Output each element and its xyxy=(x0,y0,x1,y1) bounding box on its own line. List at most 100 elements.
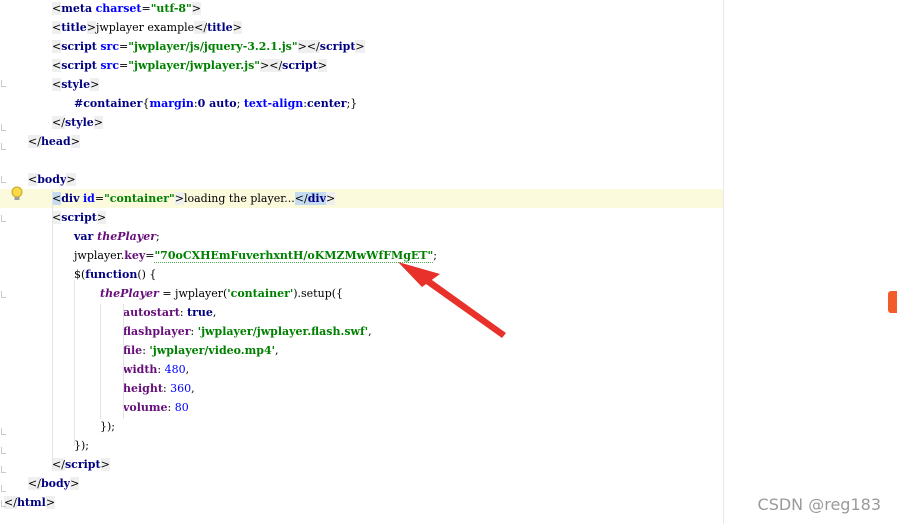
code-token: style xyxy=(64,116,94,129)
code-token: 'jwplayer/video.mp4' xyxy=(149,344,275,357)
code-token: > xyxy=(66,173,76,186)
code-token: html xyxy=(16,496,46,509)
code-token: 'container' xyxy=(227,287,294,300)
code-token: ; xyxy=(236,97,244,110)
code-line[interactable]: $(function() { xyxy=(0,265,723,284)
indent-guide xyxy=(123,304,124,419)
code-token: > xyxy=(325,192,336,205)
code-token: = xyxy=(94,192,105,205)
code-line[interactable]: </html> xyxy=(0,493,723,512)
code-line[interactable]: }); xyxy=(0,417,723,436)
code-line[interactable]: }); xyxy=(0,436,723,455)
csdn-logo-icon xyxy=(888,291,897,313)
fold-marker[interactable] xyxy=(1,124,6,131)
code-token: jwplayer. xyxy=(74,249,125,262)
fold-marker[interactable] xyxy=(1,291,6,298)
code-token: margin xyxy=(149,97,194,110)
code-token: , xyxy=(212,306,217,319)
code-token: </ xyxy=(194,21,208,34)
code-token: </ xyxy=(28,135,41,148)
code-line[interactable]: height: 360, xyxy=(0,379,723,398)
code-token: jwplayer example xyxy=(95,21,195,34)
code-line[interactable]: thePlayer = jwplayer('container').setup(… xyxy=(0,284,723,303)
code-token: , xyxy=(191,382,195,395)
code-line[interactable]: var thePlayer; xyxy=(0,227,723,246)
code-line[interactable]: </style> xyxy=(0,113,723,132)
code-token: src xyxy=(100,59,120,72)
code-line[interactable]: <title>jwplayer example</title> xyxy=(0,18,723,37)
code-line[interactable]: <meta charset="utf-8"> xyxy=(0,0,723,18)
code-token: width xyxy=(123,363,158,376)
code-token: true xyxy=(187,306,213,319)
code-token: < xyxy=(28,173,38,186)
code-token: body xyxy=(37,173,67,186)
code-line[interactable] xyxy=(0,151,723,170)
fold-marker[interactable] xyxy=(1,500,6,507)
fold-marker[interactable] xyxy=(1,176,6,183)
code-line[interactable]: flashplayer: 'jwplayer/jwplayer.flash.sw… xyxy=(0,322,723,341)
code-token: volume xyxy=(123,401,168,414)
lightbulb-icon[interactable] xyxy=(10,186,24,202)
code-token: > xyxy=(317,59,328,72)
code-token: charset xyxy=(95,2,142,15)
code-line[interactable]: <script src="jwplayer/jwplayer.js"></scr… xyxy=(0,56,723,75)
code-line[interactable]: <script> xyxy=(0,208,723,227)
code-line[interactable]: <body> xyxy=(0,170,723,189)
code-line[interactable]: autostart: true, xyxy=(0,303,723,322)
code-token: 0 auto xyxy=(197,97,237,110)
code-token: </ xyxy=(52,116,65,129)
code-token: > xyxy=(70,135,80,148)
code-line[interactable]: <script src="jwplayer/js/jquery-3.2.1.js… xyxy=(0,37,723,56)
code-token: > xyxy=(232,21,242,34)
code-line[interactable]: </script> xyxy=(0,455,723,474)
code-token: height xyxy=(123,382,163,395)
code-line[interactable]: #container{margin:0 auto; text-align:cen… xyxy=(0,94,723,113)
code-token: div xyxy=(307,192,326,205)
code-token: "jwplayer/js/jquery-3.2.1.js" xyxy=(128,40,298,53)
fold-marker[interactable] xyxy=(1,466,6,473)
code-token: div xyxy=(61,192,80,205)
fold-marker[interactable] xyxy=(1,428,6,435)
code-token: < xyxy=(52,59,62,72)
code-line[interactable]: </head> xyxy=(0,132,723,151)
code-token: 80 xyxy=(174,401,189,414)
code-token: = xyxy=(141,2,151,15)
code-token: function xyxy=(85,268,138,281)
fold-marker[interactable] xyxy=(1,143,6,150)
indent-guide xyxy=(74,280,75,445)
code-token: < xyxy=(52,2,62,15)
code-line[interactable]: <div id="container">loading the player..… xyxy=(0,189,723,208)
code-token: flashplayer xyxy=(123,325,191,338)
code-line[interactable]: jwplayer.key="70oCXHEmFuverhxntH/oKMZMwW… xyxy=(0,246,723,265)
fold-marker[interactable] xyxy=(1,215,6,222)
code-token: > xyxy=(174,192,184,205)
code-token: }); xyxy=(100,420,115,433)
code-token: > xyxy=(100,458,110,471)
code-token: script xyxy=(61,211,97,224)
code-token: thePlayer xyxy=(100,287,159,300)
indent-guide xyxy=(100,304,101,419)
code-line[interactable]: width: 480, xyxy=(0,360,723,379)
code-token: < xyxy=(52,40,62,53)
code-token: setup xyxy=(301,287,332,300)
code-token: < xyxy=(52,192,62,205)
code-line[interactable]: file: 'jwplayer/video.mp4', xyxy=(0,341,723,360)
code-token: "70oCXHEmFuverhxntH/oKMZMwWfFMgET" xyxy=(154,249,434,263)
code-token: title xyxy=(207,21,233,34)
code-token: 'jwplayer/jwplayer.flash.swf' xyxy=(197,325,369,338)
code-token: > xyxy=(86,21,96,34)
fold-marker[interactable] xyxy=(1,80,6,87)
code-token: = xyxy=(119,40,129,53)
fold-marker[interactable] xyxy=(1,447,6,454)
code-token: key xyxy=(124,249,146,262)
code-line[interactable]: <style> xyxy=(0,75,723,94)
code-token: $ xyxy=(74,268,81,281)
code-line[interactable]: </body> xyxy=(0,474,723,493)
fold-marker[interactable] xyxy=(1,485,6,492)
code-token: 480 xyxy=(164,363,186,376)
code-token: < xyxy=(52,21,62,34)
code-token: script xyxy=(319,40,356,53)
code-line[interactable]: volume: 80 xyxy=(0,398,723,417)
code-token: script xyxy=(64,458,101,471)
code-token: 360 xyxy=(170,382,192,395)
